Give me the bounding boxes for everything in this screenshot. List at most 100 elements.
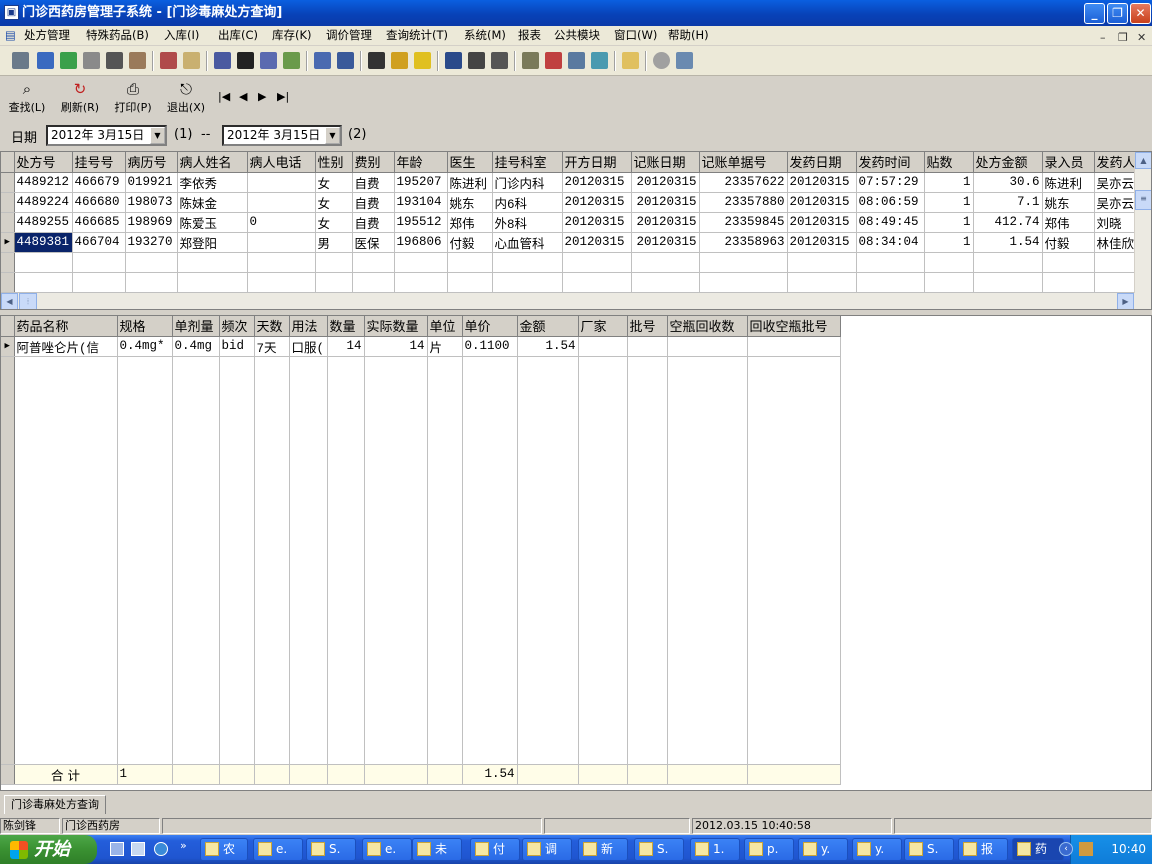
hat-icon[interactable] bbox=[522, 52, 539, 69]
table-cell[interactable]: 20120315 bbox=[787, 232, 857, 253]
table-row[interactable]: ▶ 4489381 466704 193270 郑登阳男医保 196806 付毅 心血管科 20… bbox=[1, 232, 1139, 253]
table-cell[interactable]: 郑登阳 bbox=[177, 232, 248, 253]
taskbar-item[interactable]: y. bbox=[798, 838, 848, 861]
table-row[interactable]: ▶ 阿普唑仑片(信 0.4mg* 0.4mg bid 7天 口服(14 14 片 0.1100 1.… bbox=[1, 336, 841, 357]
table-cell[interactable]: 女 bbox=[315, 212, 353, 233]
window-icon[interactable] bbox=[337, 52, 354, 69]
column-header[interactable]: 发药时间 bbox=[856, 152, 925, 173]
table-cell[interactable] bbox=[667, 336, 748, 357]
column-header[interactable]: 记账日期 bbox=[631, 152, 700, 173]
magnifier-icon[interactable] bbox=[568, 52, 585, 69]
table-cell[interactable]: 郑伟 bbox=[447, 212, 493, 233]
card-icon[interactable] bbox=[183, 52, 200, 69]
table-cell[interactable]: 1 bbox=[924, 232, 974, 253]
scroll-right-icon[interactable]: ▶ bbox=[1117, 293, 1134, 309]
clipboard-icon[interactable] bbox=[260, 52, 277, 69]
table-cell[interactable]: 陈妹金 bbox=[177, 192, 248, 213]
taskbar-item[interactable]: 1. bbox=[690, 838, 740, 861]
table-cell[interactable]: 412.74 bbox=[973, 212, 1043, 233]
table-cell[interactable]: 内6科 bbox=[492, 192, 563, 213]
row-indicator[interactable] bbox=[1, 192, 15, 213]
table-cell[interactable]: 自费 bbox=[352, 172, 395, 193]
table-cell[interactable]: 23357880 bbox=[699, 192, 788, 213]
table-cell[interactable]: 4489255 bbox=[14, 212, 73, 233]
menu-price-adjust[interactable]: 调价管理 bbox=[326, 26, 372, 45]
document-edit-icon[interactable] bbox=[83, 52, 100, 69]
binoculars-icon[interactable] bbox=[106, 52, 123, 69]
table-cell[interactable]: 07:57:29 bbox=[856, 172, 925, 193]
column-header[interactable]: 开方日期 bbox=[562, 152, 632, 173]
table-cell[interactable]: 466680 bbox=[72, 192, 126, 213]
prev-record-button[interactable]: ◀ bbox=[239, 90, 247, 103]
table-cell[interactable]: 陈进利 bbox=[447, 172, 493, 193]
menu-reports[interactable]: 报表 bbox=[518, 26, 541, 45]
taskbar-item[interactable]: y. bbox=[852, 838, 902, 861]
table-cell[interactable]: 门诊内科 bbox=[492, 172, 563, 193]
table-cell[interactable]: 20120315 bbox=[787, 212, 857, 233]
taskbar-item[interactable]: S. bbox=[306, 838, 356, 861]
menu-stock-out[interactable]: 出库(C) bbox=[218, 26, 258, 45]
column-header[interactable]: 回收空瓶批号 bbox=[747, 316, 841, 337]
scroll-left-icon[interactable]: ◀ bbox=[1, 293, 18, 309]
mdi-restore-button[interactable]: ❐ bbox=[1118, 28, 1128, 47]
chevron-down-icon[interactable]: ▼ bbox=[325, 127, 340, 144]
column-header[interactable]: 数量 bbox=[327, 316, 365, 337]
menu-prescription[interactable]: 处方管理 bbox=[24, 26, 70, 45]
form-icon[interactable] bbox=[314, 52, 331, 69]
table-cell[interactable]: 08:49:45 bbox=[856, 212, 925, 233]
report-icon[interactable] bbox=[160, 52, 177, 69]
menu-system[interactable]: 系统(M) bbox=[464, 26, 506, 45]
table-cell[interactable] bbox=[578, 336, 628, 357]
taskbar-item[interactable]: e. bbox=[362, 838, 412, 861]
column-header[interactable]: 单价 bbox=[462, 316, 518, 337]
table-cell[interactable]: 片 bbox=[427, 336, 463, 357]
table-cell[interactable]: 姚东 bbox=[447, 192, 493, 213]
menu-query-stats[interactable]: 查询统计(T) bbox=[386, 26, 448, 45]
truck-icon[interactable] bbox=[468, 52, 485, 69]
table-cell[interactable]: 196806 bbox=[394, 232, 448, 253]
column-header[interactable]: 金额 bbox=[517, 316, 579, 337]
delivery-icon[interactable] bbox=[491, 52, 508, 69]
maximize-button[interactable]: ❐ bbox=[1107, 3, 1128, 24]
table-cell[interactable]: 口服( bbox=[289, 336, 328, 357]
table-cell[interactable]: 466685 bbox=[72, 212, 126, 233]
table-cell[interactable] bbox=[247, 192, 316, 213]
scroll-thumb[interactable]: ⦙ bbox=[19, 293, 37, 309]
table-cell[interactable]: 1 bbox=[924, 172, 974, 193]
column-header[interactable]: 贴数 bbox=[924, 152, 974, 173]
column-header[interactable]: 空瓶回收数 bbox=[667, 316, 748, 337]
table-cell[interactable]: 20120315 bbox=[562, 192, 632, 213]
taskbar-item[interactable]: 付 bbox=[470, 838, 520, 861]
column-header[interactable]: 费别 bbox=[352, 152, 395, 173]
taskbar-item[interactable]: S. bbox=[634, 838, 684, 861]
monitor-icon[interactable] bbox=[12, 52, 29, 69]
table-cell[interactable]: 7天 bbox=[254, 336, 290, 357]
table-cell[interactable]: 陈爱玉 bbox=[177, 212, 248, 233]
print-button[interactable]: ⎙ 打印(P) bbox=[111, 81, 155, 115]
date-from-picker[interactable]: 2012年 3月15日 ▼ bbox=[46, 125, 167, 146]
taskbar-item[interactable]: 调 bbox=[522, 838, 572, 861]
notice-icon[interactable] bbox=[414, 52, 431, 69]
column-header[interactable]: 挂号号 bbox=[72, 152, 126, 173]
menu-common[interactable]: 公共模块 bbox=[554, 26, 600, 45]
table-cell[interactable]: 4489224 bbox=[14, 192, 73, 213]
table-cell[interactable]: 自费 bbox=[352, 212, 395, 233]
table-cell[interactable]: 姚东 bbox=[1042, 192, 1095, 213]
taskbar-item[interactable]: e. bbox=[253, 838, 303, 861]
table-cell[interactable]: 林佳欣 bbox=[1094, 232, 1139, 253]
table-cell[interactable]: 吴亦云 bbox=[1094, 172, 1139, 193]
bottle-icon[interactable] bbox=[37, 52, 54, 69]
table-cell[interactable]: 019921 bbox=[125, 172, 178, 193]
table-row[interactable]: 4489255 466685 198969 陈爱玉 0 女自费 195512 郑伟 外8科 201… bbox=[1, 212, 1139, 233]
table-cell[interactable]: 女 bbox=[315, 192, 353, 213]
refresh-button[interactable]: ↻ 刷新(R) bbox=[58, 81, 102, 115]
table-cell[interactable]: 08:06:59 bbox=[856, 192, 925, 213]
list-icon[interactable] bbox=[214, 52, 231, 69]
table-cell[interactable]: 20120315 bbox=[562, 232, 632, 253]
gem-icon[interactable] bbox=[653, 52, 670, 69]
package-icon[interactable] bbox=[129, 52, 146, 69]
table-cell[interactable]: bid bbox=[219, 336, 255, 357]
column-header[interactable]: 性别 bbox=[315, 152, 353, 173]
table-cell[interactable]: 自费 bbox=[352, 192, 395, 213]
table-cell[interactable]: 7.1 bbox=[973, 192, 1043, 213]
